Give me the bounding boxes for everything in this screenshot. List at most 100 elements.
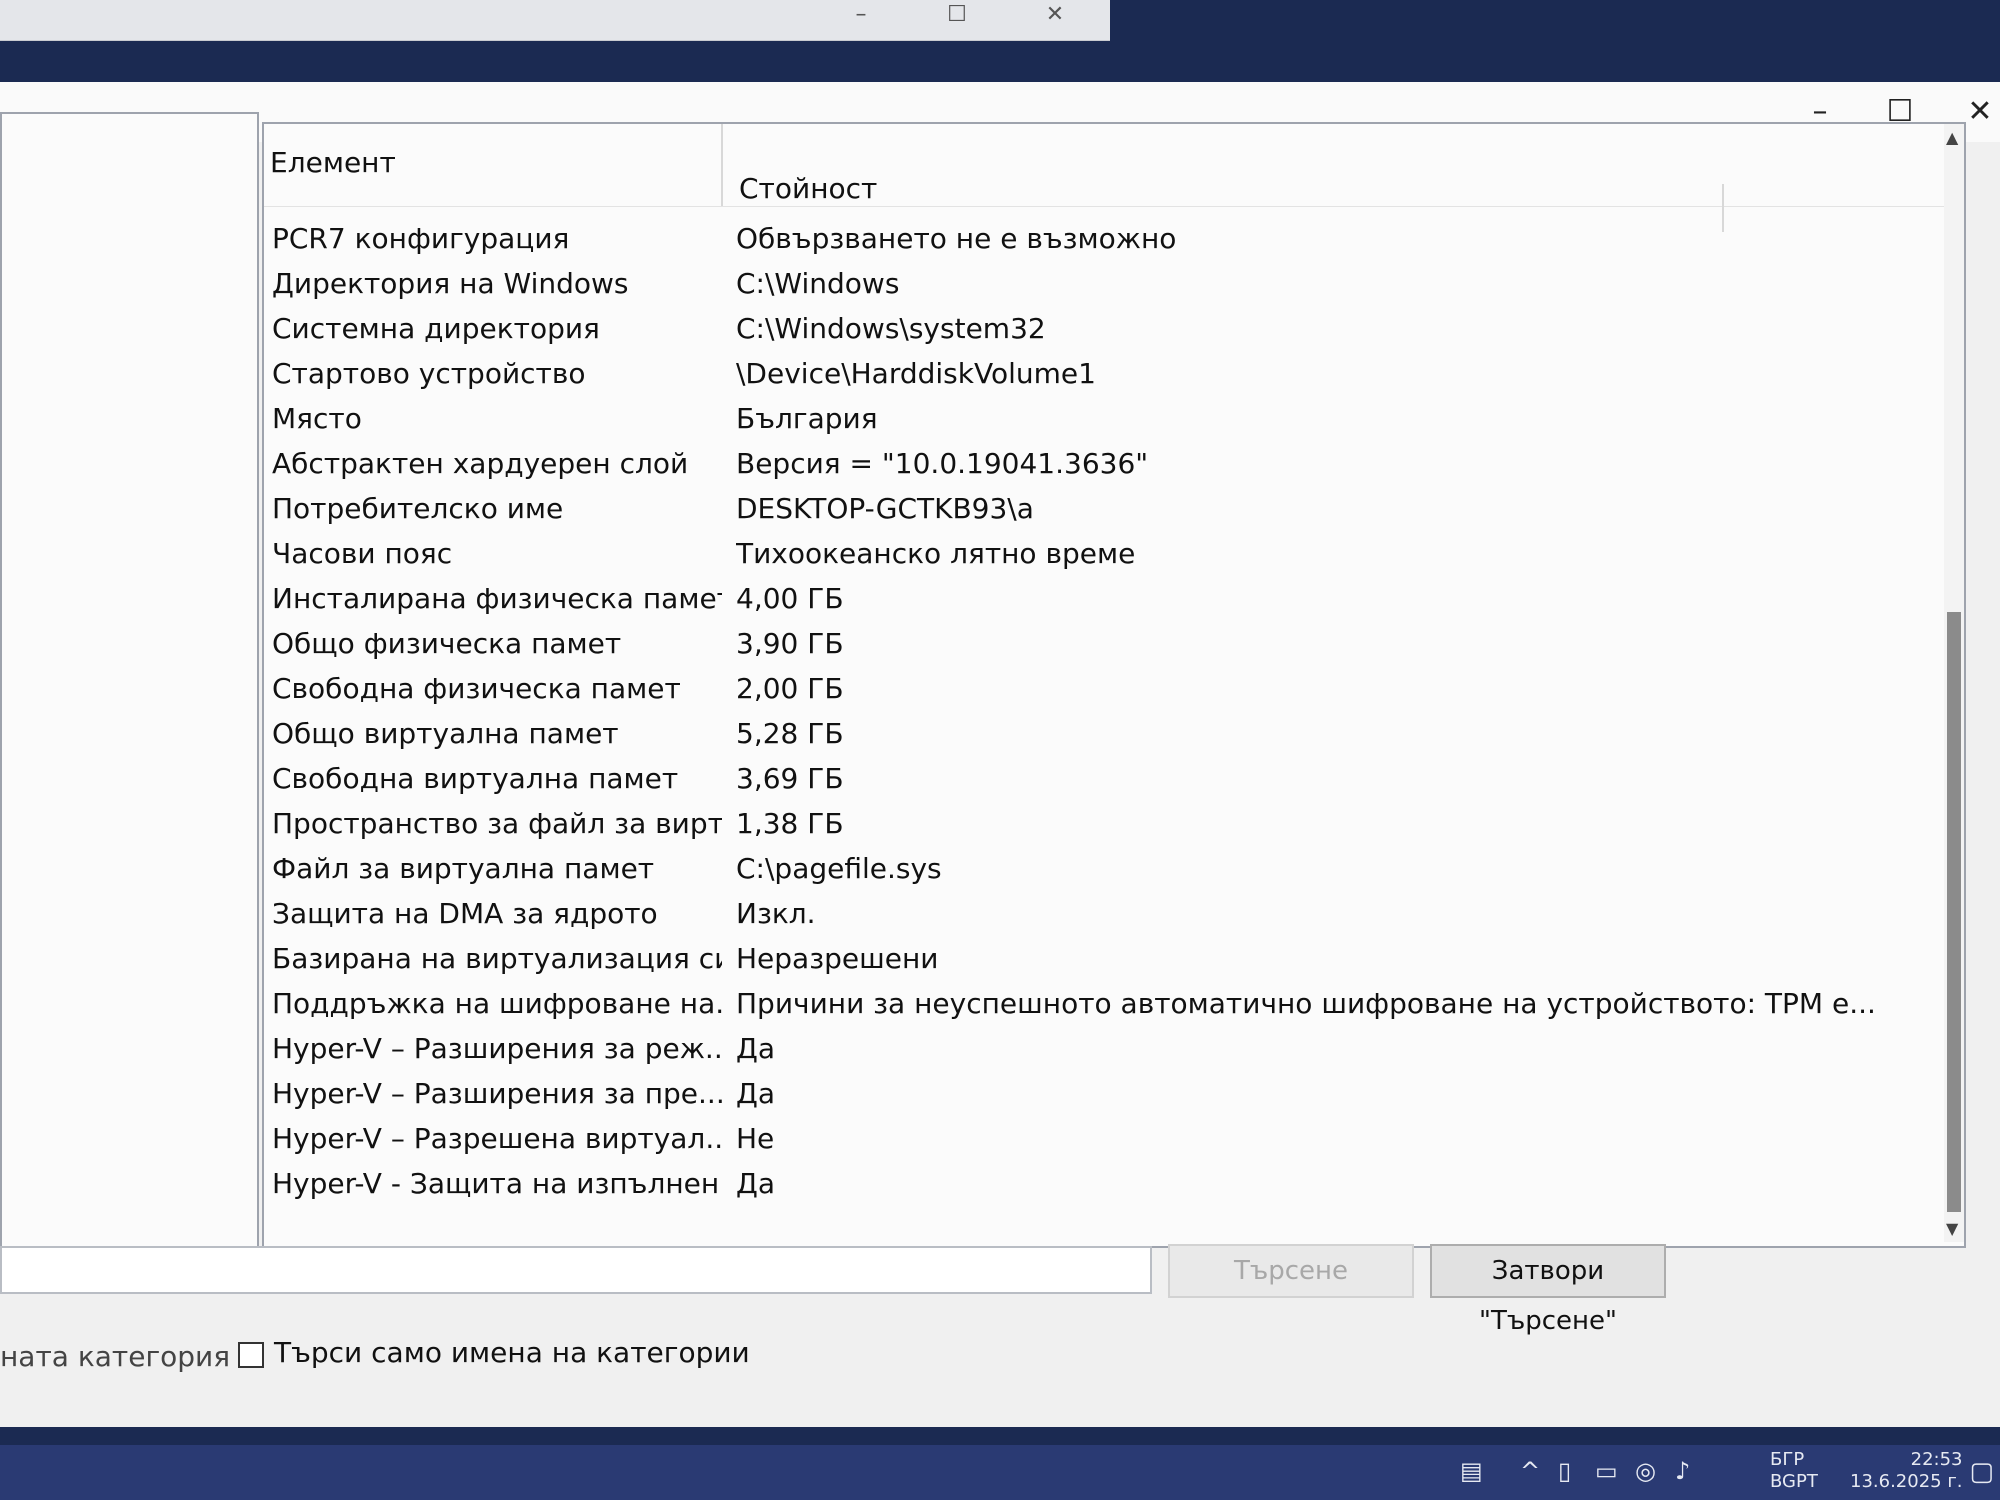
row-value: DESKTOP-GCTKB93\a bbox=[736, 492, 1034, 525]
row-element: Свободна физическа памет bbox=[272, 672, 681, 705]
system-tray: ▤ ^ ▯ ▭ ◎ ♪ БГР BGPT 22:53 13.6.2025 г. … bbox=[1440, 1445, 2000, 1500]
system-information-window: – ☐ ✕ Елемент Стойност PCR7 конфигурация… bbox=[0, 82, 2000, 1427]
row-element: Пространство за файл за вирт... bbox=[272, 807, 722, 840]
list-row[interactable]: Пространство за файл за вирт... 1,38 ГБ bbox=[264, 801, 1944, 846]
row-value: Версия = "10.0.19041.3636" bbox=[736, 447, 1149, 480]
keyboard-layout: BGPT bbox=[1770, 1471, 1818, 1492]
row-value: 2,00 ГБ bbox=[736, 672, 844, 705]
search-button[interactable]: Търсене bbox=[1168, 1244, 1414, 1298]
language-indicator[interactable]: БГР BGPT bbox=[1770, 1449, 1818, 1493]
device-icon[interactable]: ▯ bbox=[1558, 1457, 1571, 1485]
list-row[interactable]: Стартово устройство \Device\HarddiskVolum… bbox=[264, 351, 1944, 396]
background-close-icon[interactable]: ✕ bbox=[1042, 4, 1068, 26]
list-row[interactable]: Системна директория C:\Windows\system32 bbox=[264, 306, 1944, 351]
row-element: Файл за виртуална памет bbox=[272, 852, 655, 885]
row-element: Директория на Windows bbox=[272, 267, 629, 300]
row-value: 1,38 ГБ bbox=[736, 807, 844, 840]
row-value: C:\Windows bbox=[736, 267, 900, 300]
row-value: Да bbox=[736, 1077, 776, 1110]
list-row[interactable]: Инсталирана физическа памет... 4,00 ГБ bbox=[264, 576, 1944, 621]
selected-category-option-label[interactable]: ната категория bbox=[0, 1340, 230, 1373]
list-row[interactable]: Свободна виртуална памет 3,69 ГБ bbox=[264, 756, 1944, 801]
row-value: Обвързването не е възможно bbox=[736, 222, 1177, 255]
taskbar: ▤ ^ ▯ ▭ ◎ ♪ БГР BGPT 22:53 13.6.2025 г. … bbox=[0, 1445, 2000, 1500]
show-hidden-icons-icon[interactable]: ^ bbox=[1520, 1457, 1540, 1485]
row-element: Hyper-V – Разширения за пре... bbox=[272, 1077, 722, 1110]
volume-icon[interactable]: ♪ bbox=[1675, 1457, 1690, 1485]
row-value: България bbox=[736, 402, 878, 435]
list-row[interactable]: Часови пояс Тихоокеанско лятно време bbox=[264, 531, 1944, 576]
list-row[interactable]: Общо физическа памет 3,90 ГБ bbox=[264, 621, 1944, 666]
row-element: Потребителско име bbox=[272, 492, 564, 525]
row-value: Не bbox=[736, 1122, 775, 1155]
row-element: Защита на DMA за ядрото bbox=[272, 897, 658, 930]
list-header: Елемент Стойност bbox=[264, 124, 1944, 232]
vertical-scrollbar[interactable]: ▲ ▼ bbox=[1944, 124, 1964, 1242]
row-value: Причини за неуспешното автоматично шифро… bbox=[736, 987, 1876, 1020]
row-value: Тихоокеанско лятно време bbox=[736, 537, 1136, 570]
row-value: 3,90 ГБ bbox=[736, 627, 844, 660]
notification-icon[interactable]: ▢ bbox=[1969, 1457, 1994, 1487]
row-value: 4,00 ГБ bbox=[736, 582, 844, 615]
row-element: Инсталирана физическа памет... bbox=[272, 582, 722, 615]
row-element: Поддръжка на шифроване на... bbox=[272, 987, 722, 1020]
search-options: ната категория Търси само имена на катег… bbox=[0, 1320, 1200, 1380]
column-divider[interactable] bbox=[721, 124, 723, 206]
list-row[interactable]: Hyper-V – Разрешена виртуал... Не bbox=[264, 1116, 1944, 1161]
row-value: Неразрешени bbox=[736, 942, 939, 975]
row-element: Hyper-V - Защита на изпълнен... bbox=[272, 1167, 722, 1200]
list-row[interactable]: Hyper-V - Защита на изпълнен... Да bbox=[264, 1161, 1944, 1206]
category-tree-pane[interactable] bbox=[0, 112, 259, 1251]
list-row[interactable]: Поддръжка на шифроване на... Причини за н… bbox=[264, 981, 1944, 1026]
row-element: Общо виртуална памет bbox=[272, 717, 619, 750]
scrollbar-thumb[interactable] bbox=[1947, 612, 1961, 1212]
network-globe-icon[interactable]: ◎ bbox=[1635, 1457, 1656, 1485]
row-value: Изкл. bbox=[736, 897, 816, 930]
row-element: Стартово устройство bbox=[272, 357, 586, 390]
list-row[interactable]: Базирана на виртуализация си... Неразреше… bbox=[264, 936, 1944, 981]
language-code: БГР bbox=[1770, 1449, 1805, 1470]
background-minimize-icon[interactable]: – bbox=[848, 4, 874, 26]
list-row[interactable]: Hyper-V – Разширения за пре... Да bbox=[264, 1071, 1944, 1116]
news-widget-icon[interactable]: ▤ bbox=[1460, 1457, 1483, 1485]
list-row[interactable]: Общо виртуална памет 5,28 ГБ bbox=[264, 711, 1944, 756]
row-element: Абстрактен хардуерен слой bbox=[272, 447, 689, 480]
battery-icon[interactable]: ▭ bbox=[1595, 1457, 1618, 1485]
column-header-element[interactable]: Елемент bbox=[270, 146, 720, 179]
list-row[interactable]: Hyper-V – Разширения за реж... Да bbox=[264, 1026, 1944, 1071]
list-row[interactable]: Потребителско име DESKTOP-GCTKB93\a bbox=[264, 486, 1944, 531]
row-element: Системна директория bbox=[272, 312, 600, 345]
row-element: Часови пояс bbox=[272, 537, 453, 570]
clock[interactable]: 22:53 13.6.2025 г. bbox=[1850, 1449, 1963, 1493]
close-search-button[interactable]: Затвори "Търсене" bbox=[1430, 1244, 1666, 1336]
row-element: Hyper-V – Разрешена виртуал... bbox=[272, 1122, 722, 1155]
category-names-only-label[interactable]: Търси само имена на категории bbox=[274, 1336, 750, 1369]
list-rows: PCR7 конфигурация Обвързването не е възмо… bbox=[264, 216, 1944, 1206]
list-row[interactable]: Файл за виртуална памет C:\pagefile.sys bbox=[264, 846, 1944, 891]
row-element: Свободна виртуална памет bbox=[272, 762, 679, 795]
list-row[interactable]: Защита на DMA за ядрото Изкл. bbox=[264, 891, 1944, 936]
details-list-pane[interactable]: Елемент Стойност PCR7 конфигурация Обвърз… bbox=[262, 122, 1966, 1248]
row-element: Общо физическа памет bbox=[272, 627, 622, 660]
list-row[interactable]: Абстрактен хардуерен слой Версия = "10.0.… bbox=[264, 441, 1944, 486]
row-value: Да bbox=[736, 1032, 776, 1065]
row-element: PCR7 конфигурация bbox=[272, 222, 570, 255]
row-element: Място bbox=[272, 402, 362, 435]
scroll-up-icon[interactable]: ▲ bbox=[1946, 128, 1958, 147]
row-value: 5,28 ГБ bbox=[736, 717, 844, 750]
list-row[interactable]: Свободна физическа памет 2,00 ГБ bbox=[264, 666, 1944, 711]
column-header-value[interactable]: Стойност bbox=[739, 172, 877, 205]
row-value: \Device\HarddiskVolume1 bbox=[736, 357, 1096, 390]
clock-time: 22:53 bbox=[1910, 1449, 1963, 1470]
list-row[interactable]: Място България bbox=[264, 396, 1944, 441]
list-row[interactable]: PCR7 конфигурация Обвързването не е възмо… bbox=[264, 216, 1944, 261]
row-value: C:\Windows\system32 bbox=[736, 312, 1046, 345]
list-row[interactable]: Директория на Windows C:\Windows bbox=[264, 261, 1944, 306]
category-names-only-checkbox[interactable] bbox=[238, 1342, 264, 1368]
background-window-titlebar: – ☐ ✕ bbox=[0, 0, 1110, 41]
row-value: 3,69 ГБ bbox=[736, 762, 844, 795]
search-input[interactable] bbox=[0, 1246, 1152, 1294]
row-value: Да bbox=[736, 1167, 776, 1200]
row-value: C:\pagefile.sys bbox=[736, 852, 942, 885]
background-maximize-icon[interactable]: ☐ bbox=[944, 4, 970, 26]
